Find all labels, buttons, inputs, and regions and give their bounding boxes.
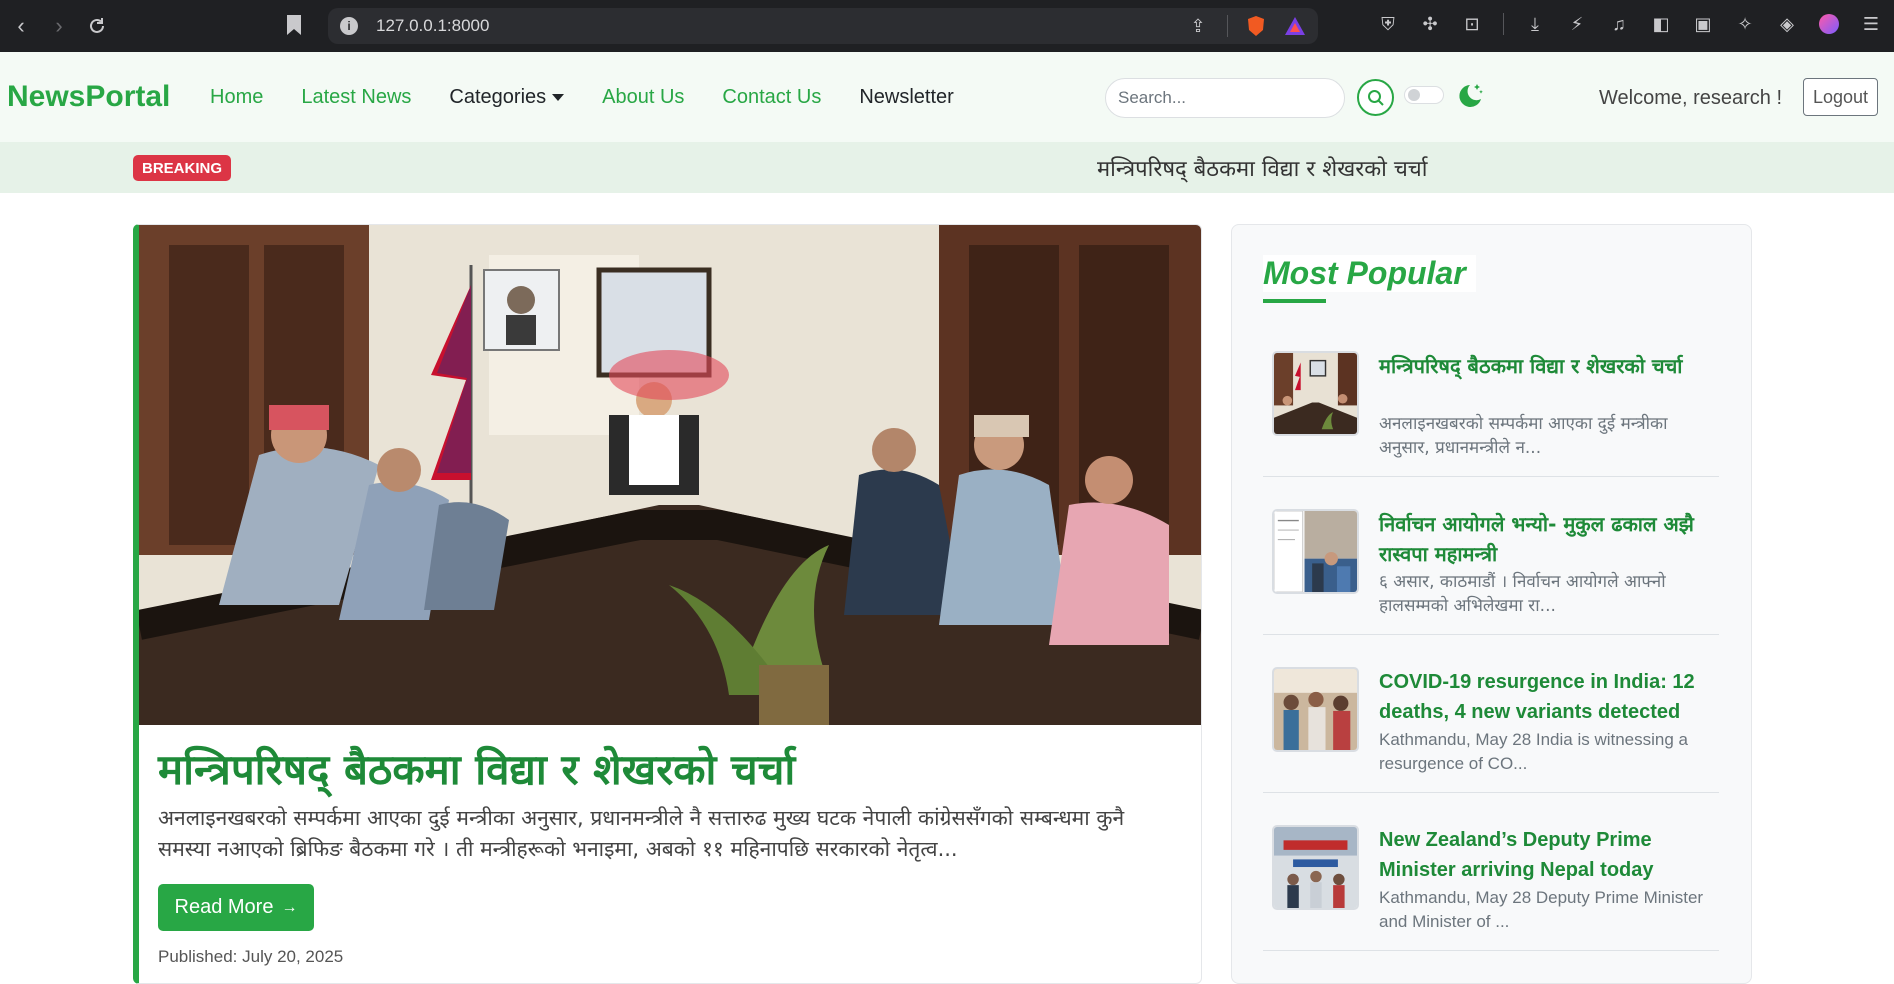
breaking-headline[interactable]: मन्त्रिपरिषद् बैठकमा विद्या र शेखरको चर्…	[1097, 153, 1427, 183]
popular-item[interactable]: निर्वाचन आयोगले भन्यो- मुकुल ढकाल अझै रा…	[1263, 477, 1719, 635]
title-underline	[1263, 299, 1326, 303]
brave-shield-icon[interactable]	[1246, 15, 1266, 37]
featured-summary: अनलाइनखबरको सम्पर्कमा आएका दुई मन्त्रीका…	[158, 806, 1125, 861]
featured-article-image[interactable]	[139, 225, 1202, 725]
popular-title[interactable]: COVID-19 resurgence in India: 12 deaths,…	[1379, 667, 1709, 727]
popular-thumbnail[interactable]	[1272, 825, 1359, 910]
popular-item[interactable]: New Zealand’s Deputy Prime Minister arri…	[1263, 793, 1719, 951]
popular-excerpt: Kathmandu, May 28 Deputy Prime Minister …	[1379, 888, 1704, 931]
published-date: Published: July 20, 2025	[158, 947, 344, 966]
back-icon[interactable]: ‹	[4, 9, 38, 43]
breaking-news-bar: BREAKING मन्त्रिपरिषद् बैठकमा विद्या र श…	[0, 142, 1894, 193]
download-icon[interactable]: ⤓	[1524, 13, 1546, 35]
brand-logo[interactable]: NewsPortal	[7, 80, 170, 114]
popular-title[interactable]: New Zealand’s Deputy Prime Minister arri…	[1379, 825, 1709, 885]
reload-icon[interactable]	[80, 9, 114, 43]
moon-stars-icon[interactable]	[1454, 80, 1486, 112]
menu-icon[interactable]: ☰	[1860, 13, 1882, 35]
address-bar[interactable]: i 127.0.0.1:8000 ⇪	[328, 8, 1318, 44]
search-icon	[1367, 89, 1384, 106]
nav-categories-label: Categories	[449, 86, 547, 108]
featured-article-card: मन्त्रिपरिषद् बैठकमा विद्या र शेखरको चर्…	[133, 224, 1202, 984]
url-text: 127.0.0.1:8000	[376, 16, 490, 35]
sidebar-icon[interactable]: ◧	[1650, 13, 1672, 35]
reader-icon[interactable]: ⊡	[1461, 13, 1483, 35]
popular-item[interactable]: COVID-19 resurgence in India: 12 deaths,…	[1263, 635, 1719, 793]
welcome-text: Welcome, research !	[1599, 87, 1783, 109]
divider	[1227, 15, 1228, 37]
divider	[1503, 13, 1504, 35]
bookmark-icon[interactable]	[286, 14, 302, 36]
nav-home[interactable]: Home	[210, 86, 263, 109]
read-more-button[interactable]: Read More →	[158, 884, 314, 931]
read-more-label: Read More	[174, 896, 274, 918]
popular-thumbnail[interactable]	[1272, 509, 1359, 594]
arrow-right-icon: →	[281, 898, 298, 916]
popular-excerpt: अनलाइनखबरको सम्पर्कमा आएका दुई मन्त्रीका…	[1379, 414, 1668, 458]
wallet-icon[interactable]: ▣	[1692, 13, 1714, 35]
vpn-shield-icon[interactable]: ⛨	[1377, 13, 1399, 35]
nav-newsletter[interactable]: Newsletter	[859, 86, 953, 109]
popular-excerpt: ६ असार, काठमाडौं । निर्वाचन आयोगले आफ्नो…	[1379, 572, 1666, 616]
nav-about-us[interactable]: About Us	[602, 86, 684, 109]
leo-ai-icon[interactable]: ✧	[1734, 13, 1756, 35]
popular-thumbnail[interactable]	[1272, 351, 1359, 436]
nav-categories[interactable]: Categories	[449, 86, 565, 109]
popular-excerpt: Kathmandu, May 28 India is witnessing a …	[1379, 730, 1689, 773]
nav-links: Home Latest News Categories About Us Con…	[210, 86, 992, 109]
site-info-icon[interactable]: i	[340, 17, 358, 35]
nav-latest-news[interactable]: Latest News	[301, 86, 411, 109]
popular-title[interactable]: मन्त्रिपरिषद् बैठकमा विद्या र शेखरको चर्…	[1379, 351, 1709, 381]
music-icon[interactable]: ♫	[1608, 13, 1630, 35]
browser-toolbar: ‹ › i 127.0.0.1:8000 ⇪ ⛨ ✣ ⊡ ⤓ ⚡ ♫ ◧ ▣ ✧…	[0, 0, 1894, 52]
sidebar-title: Most Popular	[1263, 255, 1476, 292]
most-popular-sidebar: Most Popular मन्त्रिपरिषद् बैठकमा विद्या…	[1231, 224, 1752, 984]
site-navbar: NewsPortal Home Latest News Categories A…	[0, 52, 1894, 142]
popular-title[interactable]: निर्वाचन आयोगले भन्यो- मुकुल ढकाल अझै रा…	[1379, 509, 1709, 569]
popular-item[interactable]: मन्त्रिपरिषद् बैठकमा विद्या र शेखरको चर्…	[1263, 319, 1719, 477]
search-input[interactable]	[1105, 78, 1345, 118]
share-icon[interactable]: ⇪	[1187, 15, 1209, 37]
vpn-icon[interactable]: ◈	[1776, 13, 1798, 35]
nav-contact-us[interactable]: Contact Us	[722, 86, 821, 109]
caret-down-icon	[552, 94, 565, 102]
profile-icon[interactable]	[1818, 13, 1840, 35]
featured-title[interactable]: मन्त्रिपरिषद् बैठकमा विद्या र शेखरको चर्…	[158, 740, 795, 797]
popular-thumbnail[interactable]	[1272, 667, 1359, 752]
breaking-badge: BREAKING	[133, 155, 232, 181]
toggle-knob	[1408, 89, 1420, 101]
speedreader-icon[interactable]: ⚡	[1566, 13, 1588, 35]
forward-icon[interactable]: ›	[42, 9, 76, 43]
search-button[interactable]	[1357, 79, 1394, 116]
dark-mode-toggle[interactable]	[1404, 86, 1444, 104]
rewards-icon[interactable]	[1284, 16, 1306, 36]
logout-button[interactable]: Logout	[1803, 78, 1878, 116]
extensions-icon[interactable]: ✣	[1419, 13, 1441, 35]
